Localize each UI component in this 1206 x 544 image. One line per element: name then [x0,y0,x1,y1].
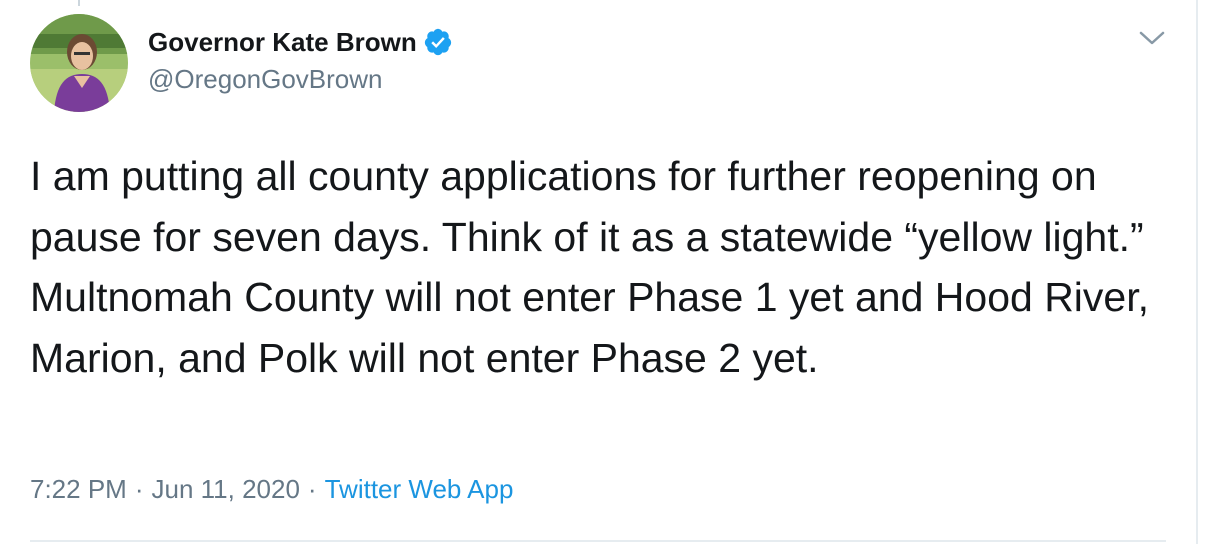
tweet-card: Governor Kate Brown @OregonGovBrown I am… [0,0,1206,544]
author-display-name[interactable]: Governor Kate Brown [148,27,417,58]
author-handle[interactable]: @OregonGovBrown [148,64,383,95]
avatar[interactable] [30,14,128,112]
tweet-source-link[interactable]: Twitter Web App [325,474,514,504]
tweet-date[interactable]: Jun 11, 2020 [152,474,300,504]
timeline-border [1196,0,1198,544]
tweet-time[interactable]: 7:22 PM [30,474,127,504]
tweet-meta: 7:22 PM · Jun 11, 2020 · Twitter Web App [30,474,513,505]
avatar-photo [30,14,128,112]
author-name-row[interactable]: Governor Kate Brown [148,24,453,60]
meta-separator: · [307,474,317,504]
divider [30,540,1166,542]
chevron-down-icon[interactable] [1138,28,1166,48]
thread-connector [78,0,80,6]
tweet-text: I am putting all county applications for… [30,153,1149,381]
meta-separator: · [134,474,144,504]
verified-badge-icon [424,28,451,56]
